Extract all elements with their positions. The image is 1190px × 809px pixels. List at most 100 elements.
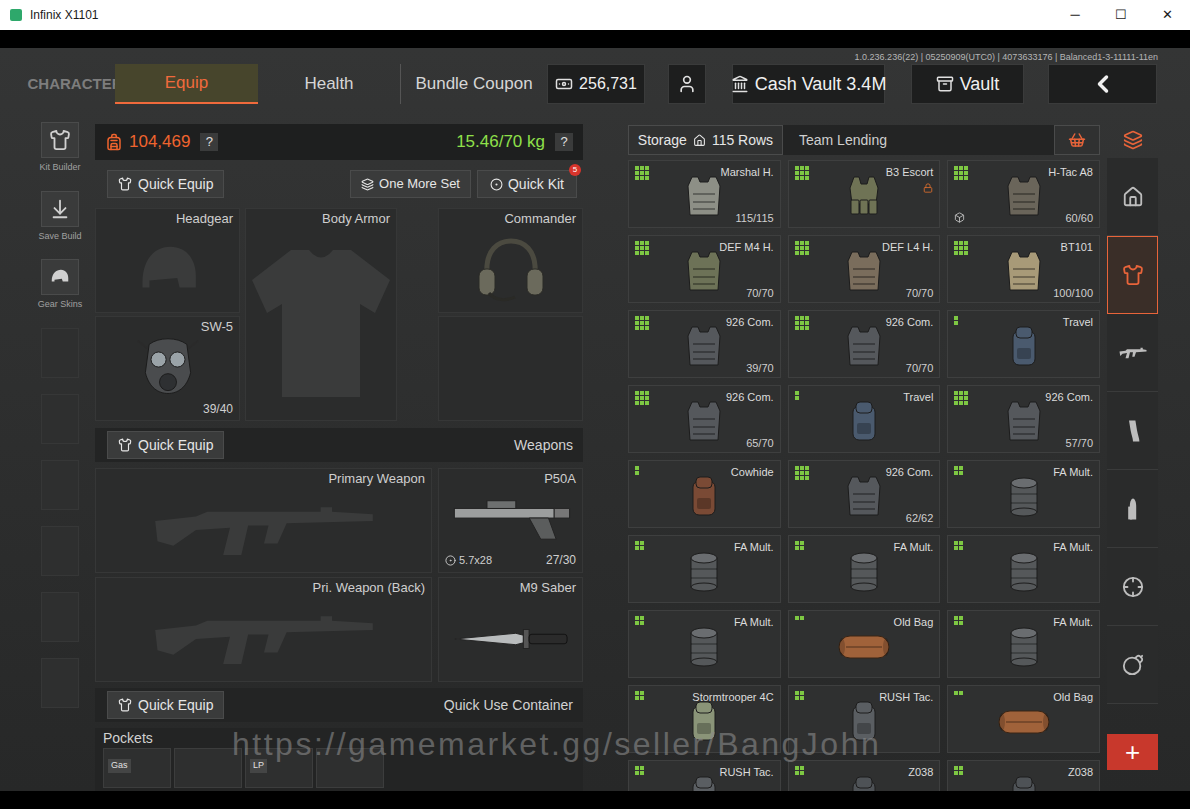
- empty-tool-slot: [41, 328, 79, 378]
- category-tab[interactable]: [1107, 236, 1158, 314]
- storage-item[interactable]: B3 Escort: [788, 160, 941, 228]
- storage-item[interactable]: Cowhide: [628, 460, 781, 528]
- storage-item[interactable]: FA Mult.: [628, 535, 781, 603]
- storage-item[interactable]: Stormtrooper 4C: [628, 685, 781, 753]
- category-tab[interactable]: [1107, 158, 1158, 236]
- pocket-slot[interactable]: Gas: [103, 748, 171, 788]
- tool-button[interactable]: Gear Skins: [38, 259, 83, 312]
- storage-item[interactable]: 926 Com.62/62: [788, 460, 941, 528]
- watermark: https://gamemarket.gg/seller/BangJohn: [232, 728, 881, 760]
- storage-item[interactable]: Travel: [947, 310, 1100, 378]
- profile-button[interactable]: [668, 64, 706, 104]
- window-control[interactable]: ─: [1052, 0, 1098, 30]
- size-mark: [795, 241, 809, 255]
- storage-item[interactable]: RUSH Tac.: [628, 760, 781, 791]
- stack-icon: [1123, 130, 1143, 150]
- storage-item[interactable]: FA Mult.: [947, 535, 1100, 603]
- storage-item[interactable]: 926 Com.65/70: [628, 385, 781, 453]
- item-name: BT101: [1061, 241, 1093, 254]
- rifle-icon: [149, 496, 379, 564]
- window-control[interactable]: ✕: [1144, 0, 1190, 30]
- nav-tab[interactable]: CHARACTER: [35, 64, 115, 104]
- help-button[interactable]: ?: [200, 133, 218, 151]
- weapons-grid: Primary WeaponP50A5.7x2827/30 Pri. Weapon…: [95, 468, 583, 682]
- item-durability: 65/70: [746, 437, 774, 450]
- add-button[interactable]: +: [1107, 734, 1158, 770]
- item-name: FA Mult.: [894, 541, 934, 554]
- size-mark: [954, 691, 963, 695]
- storage-item[interactable]: Marshal H.115/115: [628, 160, 781, 228]
- build-info: 1.0.236.236(22) | 05250909(UTC0) | 40736…: [0, 50, 1190, 64]
- category-tab[interactable]: [1107, 626, 1158, 704]
- pocket-slot[interactable]: [316, 748, 384, 788]
- storage-item[interactable]: RUSH Tac.: [788, 685, 941, 753]
- nav-tab[interactable]: Equip: [115, 64, 258, 104]
- headgear-slot[interactable]: Headgear: [95, 208, 240, 313]
- quick-equip-button[interactable]: Quick Equip: [107, 691, 224, 719]
- category-tab[interactable]: [1107, 470, 1158, 548]
- item-name: Travel: [1063, 316, 1093, 329]
- item-name: Z038: [908, 766, 933, 779]
- storage-item[interactable]: FA Mult.: [947, 460, 1100, 528]
- category-tab[interactable]: [1107, 314, 1158, 392]
- help-button[interactable]: ?: [555, 133, 573, 151]
- one-more-set-button[interactable]: One More Set: [350, 170, 471, 198]
- storage-item[interactable]: 926 Com.39/70: [628, 310, 781, 378]
- storage-item[interactable]: 926 Com.57/70: [947, 385, 1100, 453]
- tool-button[interactable]: Save Build: [38, 191, 81, 244]
- slot-label: Pri. Weapon (Back): [313, 580, 425, 596]
- category-tab[interactable]: [1107, 392, 1158, 470]
- storage-header: Storage115 Rows Team Lending: [628, 125, 1100, 155]
- category-tab[interactable]: [1107, 548, 1158, 626]
- storage-item[interactable]: Travel: [788, 385, 941, 453]
- storage-tab[interactable]: Storage115 Rows: [628, 125, 783, 155]
- team-lending-tab[interactable]: Team Lending: [799, 125, 887, 155]
- vault-button[interactable]: Vault: [911, 64, 1024, 104]
- storage-item[interactable]: 926 Com.70/70: [788, 310, 941, 378]
- size-mark: [954, 466, 963, 475]
- storage-item[interactable]: FA Mult.: [947, 610, 1100, 678]
- scope-icon: [1122, 576, 1144, 598]
- quick-equip-button[interactable]: Quick Equip: [107, 431, 224, 459]
- sort-button[interactable]: [1054, 125, 1100, 155]
- sidearm-slot[interactable]: P50A5.7x2827/30: [438, 468, 583, 573]
- storage-item[interactable]: Old Bag: [788, 610, 941, 678]
- item-name: Cowhide: [731, 466, 774, 479]
- cash-vault-button[interactable]: Cash Vault 3.4M: [732, 64, 885, 104]
- storage-item[interactable]: FA Mult.: [788, 535, 941, 603]
- tool-button[interactable]: Kit Builder: [39, 122, 80, 175]
- magazine-icon: [1125, 419, 1141, 443]
- storage-item[interactable]: Old Bag: [947, 685, 1100, 753]
- headset-slot[interactable]: Commander: [438, 208, 583, 313]
- armor-icon: [994, 399, 1054, 443]
- back-button[interactable]: [1048, 64, 1157, 104]
- pocket-slot[interactable]: LP: [245, 748, 313, 788]
- quick-equip-button[interactable]: Quick Equip: [107, 170, 224, 198]
- nav-tab[interactable]: Health: [258, 64, 400, 104]
- item-name: FA Mult.: [1053, 616, 1093, 629]
- body-armor-slot[interactable]: Body Armor: [245, 208, 397, 421]
- nav-tab[interactable]: Bundle Coupon: [400, 64, 547, 104]
- item-durability: 60/60: [1065, 212, 1093, 225]
- pouch-icon: [834, 549, 894, 593]
- gas-mask-icon: [128, 335, 208, 401]
- storage-item[interactable]: DEF L4 H.70/70: [788, 235, 941, 303]
- storage-item[interactable]: DEF M4 H.70/70: [628, 235, 781, 303]
- storage-item[interactable]: Z038: [788, 760, 941, 791]
- backpack-icon: [674, 699, 734, 743]
- primary-weapon-slot[interactable]: Primary Weapon: [95, 468, 432, 573]
- swap-icon: [361, 178, 374, 191]
- melee-slot[interactable]: M9 Saber: [438, 577, 583, 682]
- home-icon: [1122, 186, 1144, 208]
- storage-item[interactable]: Z038: [947, 760, 1100, 791]
- nav-bar: CHARACTEREquipHealthBundle Coupon256,731…: [0, 64, 1190, 104]
- window-control[interactable]: ☐: [1098, 0, 1144, 30]
- quick-kit-button[interactable]: Quick Kit5: [477, 170, 577, 198]
- storage-item[interactable]: FA Mult.: [628, 610, 781, 678]
- content: Kit BuilderSave BuildGear Skins104,469?1…: [0, 122, 1190, 791]
- storage-item[interactable]: H-Tac A860/60: [947, 160, 1100, 228]
- pocket-slot[interactable]: [174, 748, 242, 788]
- primary-weapon-back-slot[interactable]: Pri. Weapon (Back): [95, 577, 432, 682]
- mask-slot[interactable]: SW-539/40: [95, 316, 240, 421]
- storage-item[interactable]: BT101100/100: [947, 235, 1100, 303]
